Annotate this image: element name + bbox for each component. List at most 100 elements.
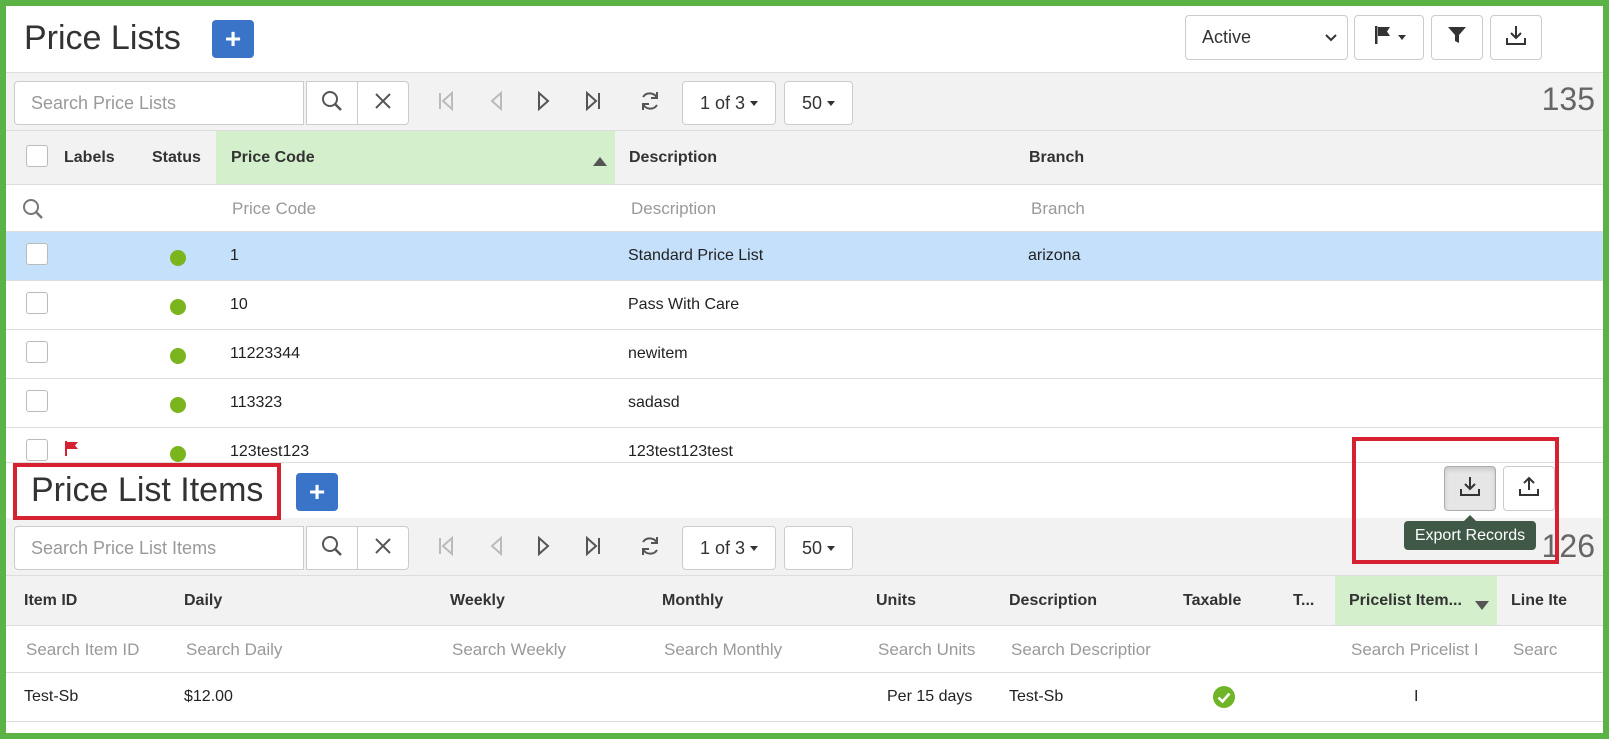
column-units[interactable]: Units xyxy=(876,576,986,625)
column-status[interactable]: Status xyxy=(152,131,216,184)
row-checkbox[interactable] xyxy=(26,439,48,461)
column-daily[interactable]: Daily xyxy=(184,576,434,625)
price-lists-toolbar: 1 of 3 50 135 xyxy=(6,73,1603,131)
filter-branch-input[interactable] xyxy=(1031,192,1331,226)
price-lists-filter-row xyxy=(6,186,1603,232)
sort-asc-icon xyxy=(593,153,607,171)
page-label: 1 of 3 xyxy=(699,92,746,113)
first-page-button[interactable] xyxy=(430,87,462,119)
prev-page-icon xyxy=(488,90,504,116)
add-price-list-button[interactable]: + xyxy=(212,20,254,58)
close-icon xyxy=(374,92,392,115)
price-list-items-table-header: Item ID Daily Weekly Monthly Units Descr… xyxy=(6,576,1603,626)
column-price-code[interactable]: Price Code xyxy=(216,131,615,184)
first-page-button[interactable] xyxy=(430,532,462,564)
cell-price-code: 123test123 xyxy=(230,443,310,460)
row-checkbox[interactable] xyxy=(26,390,48,412)
column-pricelist-item-label: Pricelist Item... xyxy=(1349,591,1462,609)
filter-line-item-input[interactable] xyxy=(1513,633,1603,667)
column-line-item[interactable]: Line Ite xyxy=(1511,576,1603,625)
page-size-selector[interactable]: 50 xyxy=(784,81,853,125)
check-circle-icon xyxy=(1213,686,1235,713)
filter-icon xyxy=(1447,25,1467,50)
filter-price-code-input[interactable] xyxy=(232,192,602,226)
column-branch[interactable]: Branch xyxy=(1029,131,1329,184)
page-selector[interactable]: 1 of 3 xyxy=(682,526,776,570)
column-labels[interactable]: Labels xyxy=(64,131,144,184)
column-description[interactable]: Description xyxy=(1009,576,1169,625)
filter-weekly-input[interactable] xyxy=(452,633,642,667)
search-icon xyxy=(321,535,343,562)
row-checkbox[interactable] xyxy=(26,243,48,265)
first-page-icon xyxy=(437,535,455,561)
filter-monthly-input[interactable] xyxy=(664,633,854,667)
labels-flag-button[interactable] xyxy=(1354,15,1424,60)
row-checkbox[interactable] xyxy=(26,341,48,363)
table-row[interactable]: 11223344 newitem xyxy=(6,330,1603,379)
cell-pricelist-item: I xyxy=(1414,688,1419,705)
search-button[interactable] xyxy=(306,81,358,125)
column-description[interactable]: Description xyxy=(629,131,1009,184)
column-taxable[interactable]: Taxable xyxy=(1183,576,1283,625)
next-page-button[interactable] xyxy=(528,87,560,119)
filter-item-id-input[interactable] xyxy=(26,633,166,667)
table-row[interactable]: Test-Sb $12.00 Per 15 days Test-Sb I xyxy=(6,673,1603,722)
price-list-items-toolbar: 1 of 3 50 126 xyxy=(6,518,1603,576)
cell-branch: arizona xyxy=(1028,247,1081,264)
page-size-selector[interactable]: 50 xyxy=(784,526,853,570)
caret-down-icon xyxy=(827,100,836,106)
select-all-checkbox[interactable] xyxy=(26,145,48,167)
refresh-button[interactable] xyxy=(634,87,666,119)
table-row[interactable]: 123test123 123test123test xyxy=(6,428,1603,462)
download-button[interactable] xyxy=(1490,15,1542,60)
status-filter-select[interactable]: Active xyxy=(1185,15,1348,60)
download-icon xyxy=(1459,475,1481,502)
refresh-button[interactable] xyxy=(634,532,666,564)
column-pricelist-item[interactable]: Pricelist Item... xyxy=(1335,576,1497,625)
column-t[interactable]: T... xyxy=(1293,576,1333,625)
search-icon xyxy=(22,198,44,225)
flag-icon xyxy=(1373,25,1393,50)
table-row[interactable]: 113323 sadasd xyxy=(6,379,1603,428)
column-monthly[interactable]: Monthly xyxy=(662,576,852,625)
price-lists-table-header: Labels Status Price Code Description Bra… xyxy=(6,131,1603,185)
table-row[interactable]: 10 Pass With Care xyxy=(6,281,1603,330)
filter-description-input[interactable] xyxy=(631,192,1001,226)
clear-search-button[interactable] xyxy=(357,526,409,570)
cell-item-id: Test-Sb xyxy=(24,688,79,705)
caret-down-icon xyxy=(750,100,759,106)
column-item-id[interactable]: Item ID xyxy=(24,576,164,625)
price-lists-title: Price Lists xyxy=(24,19,181,57)
clear-search-button[interactable] xyxy=(357,81,409,125)
cell-description: 123test123test xyxy=(628,443,733,460)
prev-page-button[interactable] xyxy=(480,532,512,564)
add-price-list-item-button[interactable]: + xyxy=(296,473,338,511)
search-icon xyxy=(321,90,343,117)
filter-daily-input[interactable] xyxy=(186,633,426,667)
chevron-down-icon xyxy=(1325,29,1337,47)
cell-description: Standard Price List xyxy=(628,247,764,264)
refresh-icon xyxy=(639,535,661,562)
table-row[interactable]: 1 Standard Price List arizona xyxy=(6,232,1603,281)
cell-description: Test-Sb xyxy=(1009,688,1064,705)
last-page-button[interactable] xyxy=(577,87,609,119)
filter-pricelist-item-input[interactable] xyxy=(1351,633,1491,667)
status-active-icon xyxy=(170,299,186,315)
search-button[interactable] xyxy=(306,526,358,570)
row-checkbox[interactable] xyxy=(26,292,48,314)
filter-units-input[interactable] xyxy=(878,633,993,667)
import-records-button[interactable] xyxy=(1503,466,1555,511)
page-size-label: 50 xyxy=(801,92,823,113)
flag-icon xyxy=(64,440,80,461)
last-page-button[interactable] xyxy=(577,532,609,564)
export-records-button[interactable] xyxy=(1444,466,1496,511)
price-list-items-search-input[interactable] xyxy=(14,526,304,570)
filter-button[interactable] xyxy=(1431,15,1483,60)
prev-page-button[interactable] xyxy=(480,87,512,119)
column-weekly[interactable]: Weekly xyxy=(450,576,640,625)
cell-price-code: 11223344 xyxy=(230,345,300,362)
price-lists-search-input[interactable] xyxy=(14,81,304,125)
page-selector[interactable]: 1 of 3 xyxy=(682,81,776,125)
filter-description-input[interactable] xyxy=(1011,633,1161,667)
next-page-button[interactable] xyxy=(528,532,560,564)
